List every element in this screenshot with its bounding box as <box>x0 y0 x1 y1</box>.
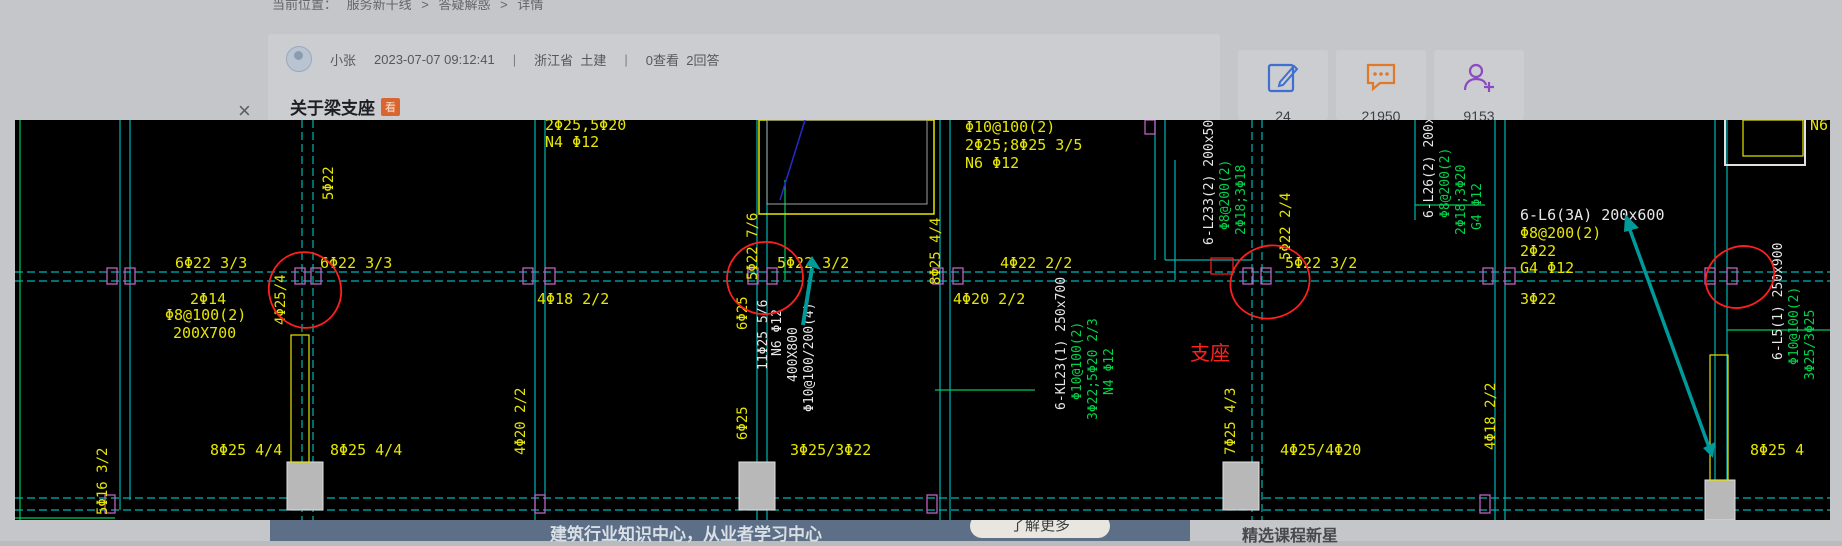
markup-arrow <box>1628 229 1712 451</box>
cad-label: 2Φ18;3Φ20 <box>1454 165 1469 235</box>
cad-label: 7Φ25 4/3 <box>1223 388 1239 455</box>
side-promo[interactable]: 精选课程新星 <box>1222 522 1602 545</box>
cad-label: 3Φ22 <box>1520 290 1556 308</box>
cad-label: 5Φ22 <box>321 166 337 200</box>
post-title-text: 关于梁支座 <box>290 99 375 118</box>
breadcrumb-prefix: 当前位置： <box>272 0 338 12</box>
breadcrumb-link-qa[interactable]: 答疑解惑 <box>439 0 491 12</box>
stat-followers[interactable]: 9153 <box>1434 50 1524 124</box>
cad-label: Φ10@100(2) <box>965 120 1055 136</box>
lightbox-cad-image[interactable]: 6Φ22 3/3 6Φ22 3/3 2Φ14 Φ8@100(2) 200X700… <box>15 120 1830 520</box>
cad-label: 5Φ16 3/2 <box>95 448 111 515</box>
breadcrumb-link-service[interactable]: 服务新干线 <box>347 0 412 12</box>
cad-label: G4 Φ12 <box>1470 183 1485 230</box>
avatar[interactable] <box>286 46 312 72</box>
breadcrumb-sep: > <box>500 0 508 12</box>
cad-label: N4 Φ12 <box>545 133 599 151</box>
cad-label: 6Φ25 <box>735 406 751 440</box>
cad-label: 2Φ22 <box>1520 242 1556 260</box>
cad-label: 8Φ25 4/4 <box>330 441 402 459</box>
promo-banner[interactable]: 建筑行业知识中心，从业者学习中心 了解更多 <box>270 514 1190 544</box>
cad-label: 3Φ25/3Φ25 <box>1803 310 1818 380</box>
divider: | <box>512 51 517 67</box>
add-user-icon <box>1463 63 1494 92</box>
cad-label: 8Φ25 4/4 <box>210 441 282 459</box>
stat-answers[interactable]: 24 <box>1238 50 1328 124</box>
cad-label: 6-L5(1) 250x900 <box>1771 243 1786 360</box>
cad-label: Φ8@200(2) <box>1218 160 1233 230</box>
post-location: 浙江省 土建 <box>534 52 607 68</box>
cad-label: 4Φ18 2/2 <box>1483 383 1499 450</box>
edit-icon <box>1267 63 1299 93</box>
post-counts: 0查看 2回答 <box>645 52 720 68</box>
author-name[interactable]: 小张 <box>330 50 356 69</box>
post-title: 关于梁支座 看 <box>290 94 400 119</box>
cad-label: 6-KL23(1) 250x700 <box>1054 277 1069 410</box>
cad-label: N6 Φ12 <box>770 309 785 356</box>
cad-label: 2Φ25;8Φ25 3/5 <box>965 136 1082 154</box>
cad-label: N6 Φ12 <box>965 154 1019 172</box>
cad-label: 6-L233(2) 200x50 <box>1202 120 1217 245</box>
banner-text: 建筑行业知识中心，从业者学习中心 <box>550 525 822 544</box>
cad-label: 5Φ22 3/2 <box>1285 254 1357 272</box>
annotation-support: 支座 <box>1190 341 1230 365</box>
cad-label: 2Φ25,5Φ20 <box>545 120 626 134</box>
cad-label: 8Φ25 4/4 <box>928 218 944 285</box>
chat-icon <box>1366 63 1396 92</box>
cad-label: Φ10@100(2) <box>1787 287 1802 365</box>
breadcrumb-current: 详情 <box>517 0 544 12</box>
cad-label: 11Φ25 5/6 <box>756 300 771 370</box>
cad-label: 400X800 <box>786 327 801 382</box>
divider: | <box>624 51 628 67</box>
stat-messages[interactable]: 21950 <box>1336 50 1426 124</box>
cad-label: G4 Φ12 <box>1520 259 1574 277</box>
breadcrumb-sep: > <box>421 0 429 12</box>
cad-label: 200X700 <box>173 324 236 342</box>
cad-label: Φ10@100(2) <box>1070 322 1085 400</box>
cad-label: N6 <box>1810 120 1828 134</box>
breadcrumb: 当前位置： 服务新干线 > 答疑解惑 > 详情 <box>272 0 549 13</box>
cad-drawing: 6Φ22 3/3 6Φ22 3/3 2Φ14 Φ8@100(2) 200X700… <box>15 120 1830 520</box>
cad-label: 3Φ25/3Φ22 <box>790 441 871 459</box>
cad-label: 2Φ18;3Φ18 <box>1234 165 1249 235</box>
cad-label: 6Φ22 3/3 <box>175 254 247 272</box>
cad-label: Φ8@200(2) <box>1520 224 1601 242</box>
cad-label: 4Φ25/4Φ20 <box>1280 441 1361 459</box>
cad-label: Φ8@100(2) <box>165 306 246 324</box>
close-icon[interactable]: × <box>238 100 251 122</box>
cad-label: 8Φ25 4 <box>1750 441 1804 459</box>
cad-label: 4Φ22 2/2 <box>1000 254 1072 272</box>
cad-label: 4Φ18 2/2 <box>537 290 609 308</box>
post-title-badge: 看 <box>381 97 400 116</box>
cad-label: 4Φ20 2/2 <box>953 290 1025 308</box>
cad-label: Φ8@200(2) <box>1438 148 1453 218</box>
post-datetime: 2023-07-07 09:12:41 <box>374 51 495 67</box>
cad-label: 3Φ22;5Φ20 2/3 <box>1086 318 1101 420</box>
cad-label: N4 Φ12 <box>1102 348 1117 395</box>
post-meta: 小张 2023-07-07 09:12:41 | 浙江省 土建 | 0查看 2回… <box>286 46 719 72</box>
cad-label: 4Φ20 2/2 <box>513 388 529 455</box>
markup-circle <box>1229 244 1311 320</box>
cad-label: 6-L26(2) 200x60 <box>1422 120 1437 218</box>
cad-label: 6Φ25 <box>735 296 751 330</box>
cad-label: 6-L6(3A) 200x600 <box>1520 206 1665 224</box>
